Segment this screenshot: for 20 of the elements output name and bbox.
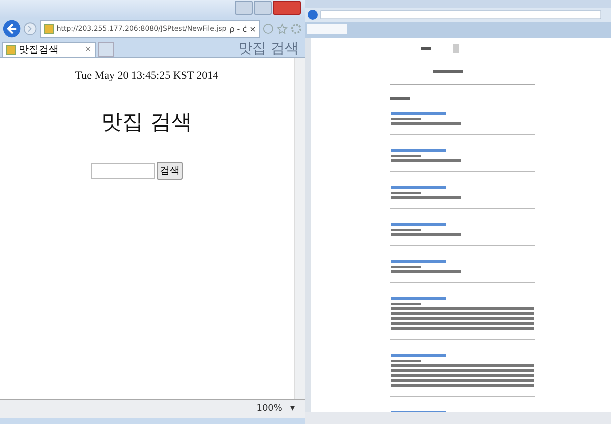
zoom-control[interactable]: 100% xyxy=(256,404,282,414)
search-button[interactable]: 검색 xyxy=(157,162,183,180)
tab-close-button[interactable]: × xyxy=(84,45,92,55)
forward-icon[interactable] xyxy=(24,22,37,36)
page-heading: 맛집 검색 xyxy=(102,109,192,136)
address-tools[interactable]: ρ - ċ × xyxy=(230,24,256,34)
date-text: Tue May 20 13:45:25 KST 2014 xyxy=(75,70,219,82)
back-icon[interactable] xyxy=(3,19,22,39)
maximize-button[interactable] xyxy=(254,1,272,15)
page-icon xyxy=(44,24,54,34)
browser-tab[interactable]: 맛집검색 × xyxy=(2,42,96,57)
zoom-caret[interactable]: ▾ xyxy=(290,404,295,414)
star-icon[interactable] xyxy=(277,23,288,35)
page-icon xyxy=(6,45,16,55)
scrollbar[interactable] xyxy=(294,58,305,399)
minimize-button[interactable] xyxy=(235,1,253,15)
ghost-title: 맛집 검색 xyxy=(238,40,299,58)
close-button[interactable] xyxy=(273,1,301,15)
new-tab-button[interactable] xyxy=(98,42,114,57)
search-field[interactable] xyxy=(91,163,155,179)
